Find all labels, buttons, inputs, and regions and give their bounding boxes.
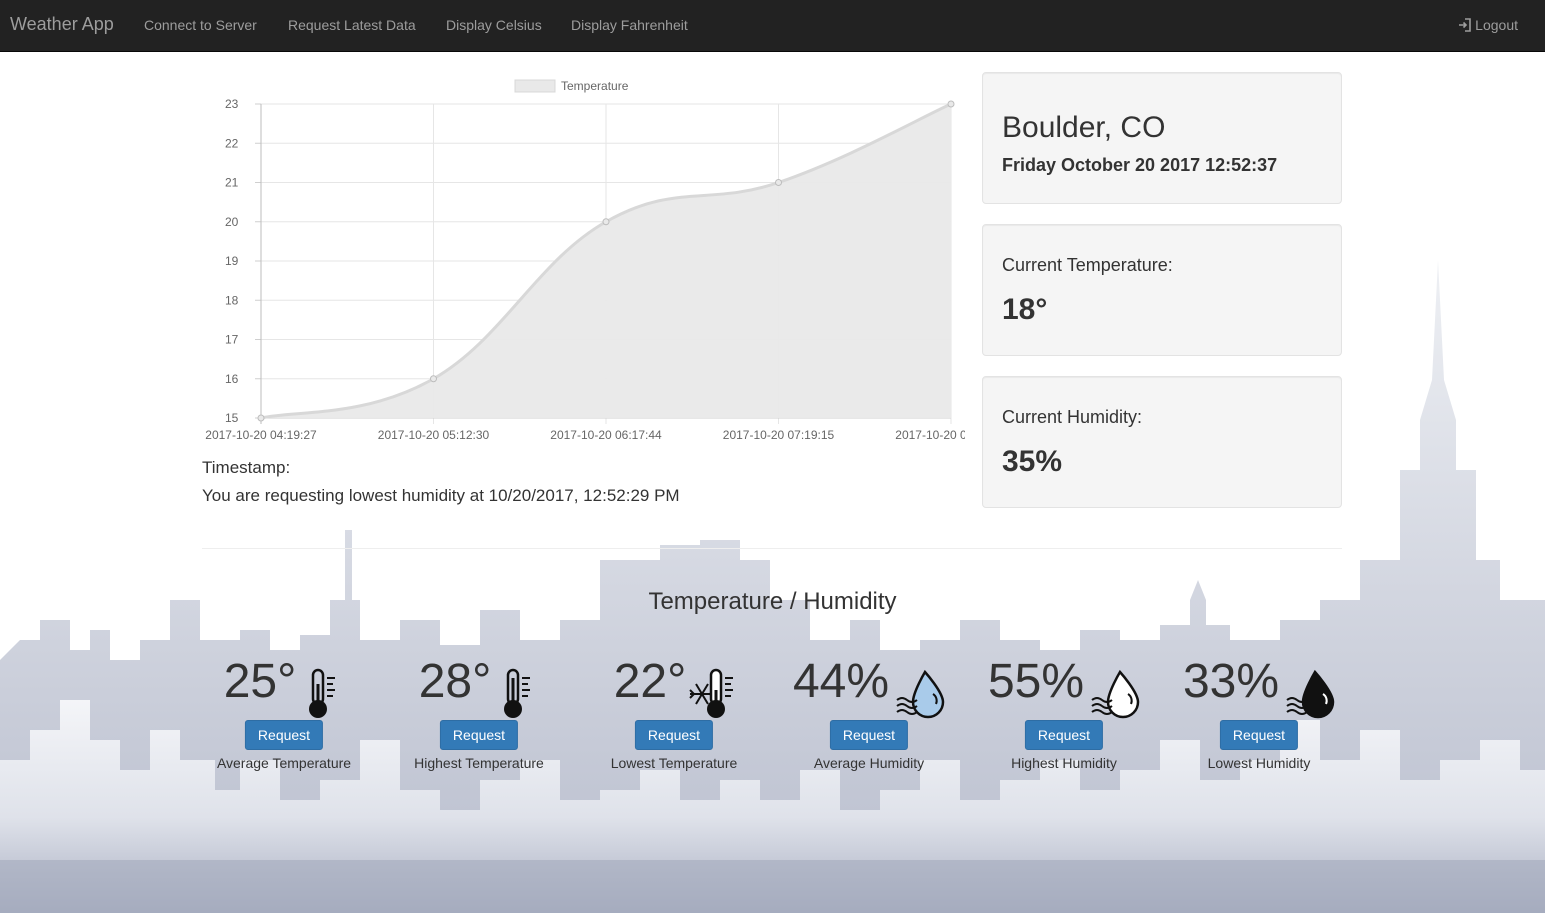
temperature-chart: Temperature 15 16 17 18 19 20 21 22 23 2017-10-20 … (205, 79, 965, 442)
logout-label: Logout (1475, 17, 1518, 33)
data-point (947, 100, 955, 108)
legend-swatch (514, 79, 556, 93)
current-humidity-panel: Current Humidity: 35% (982, 376, 1342, 508)
y-tick-label: 21 (225, 176, 239, 190)
timestamp-title: Timestamp: (202, 458, 291, 477)
x-tick-label: 2017-10-20 04:19:27 (205, 428, 317, 442)
stat-value: 28° (418, 655, 492, 708)
navbar: Weather App Connect to Server Request La… (0, 0, 1545, 52)
x-tick-label: 2017-10-20 05:12:30 (378, 428, 490, 442)
nav-connect-to-server[interactable]: Connect to Server (144, 17, 257, 33)
stat-lowest-temperature: 22° Request Lowest Temperature (594, 654, 754, 774)
x-tick-label: 2017-10-20 08:16:58 (895, 428, 965, 442)
y-tick-label: 23 (225, 97, 239, 111)
brand-link[interactable]: Weather App (10, 14, 114, 35)
legend-label: Temperature (561, 79, 629, 93)
stat-label: Average Temperature (216, 755, 352, 771)
stat-label: Highest Humidity (1011, 755, 1117, 771)
stat-average-temperature: 25° Request Average Temperature (204, 654, 364, 774)
thermometer-icon (309, 668, 335, 718)
stat-value: 33% (1182, 655, 1280, 708)
water-drop-outline-icon (1091, 669, 1140, 719)
y-tick-label: 20 (225, 215, 239, 229)
logout-link[interactable]: Logout (1458, 17, 1518, 33)
y-tick-label: 15 (225, 411, 239, 425)
snowflake-thermometer-icon (689, 668, 733, 718)
location-panel: Boulder, CO Friday October 20 2017 12:52… (982, 72, 1342, 204)
current-humidity-label: Current Humidity: (1002, 407, 1143, 427)
y-tick-label: 16 (225, 372, 239, 386)
main-content: Temperature 15 16 17 18 19 20 21 22 23 2017-10-20 … (0, 52, 1545, 913)
y-tick-label: 19 (225, 254, 239, 268)
request-lowest-temperature-button[interactable]: Request (634, 720, 714, 750)
stat-highest-humidity: 55% Request Highest Humidity (984, 654, 1144, 774)
stat-label: Average Humidity (813, 755, 925, 771)
request-average-temperature-button[interactable]: Request (244, 720, 324, 750)
city-name: Boulder, CO (1002, 111, 1166, 144)
x-tick-label: 2017-10-20 07:19:15 (723, 428, 835, 442)
data-point (602, 218, 610, 226)
data-point (775, 179, 782, 186)
data-point (257, 414, 265, 422)
request-average-humidity-button[interactable]: Request (829, 720, 909, 750)
nav-display-fahrenheit[interactable]: Display Fahrenheit (571, 17, 688, 33)
section-divider (202, 548, 1342, 549)
y-tick-label: 18 (225, 293, 239, 307)
timestamp-text: You are requesting lowest humidity at 10… (202, 486, 680, 505)
current-temperature-panel: Current Temperature: 18° (982, 224, 1342, 356)
y-tick-label: 22 (225, 136, 239, 150)
stat-value: 25° (223, 655, 297, 708)
stat-label: Lowest Temperature (610, 755, 738, 771)
current-temperature-label: Current Temperature: (1002, 255, 1173, 275)
water-drop-black-icon (1286, 669, 1335, 719)
nav-request-latest-data[interactable]: Request Latest Data (288, 17, 416, 33)
stat-lowest-humidity: 33% Request Lowest Humidity (1179, 654, 1339, 774)
thermometer-icon (504, 668, 530, 718)
stat-value: 44% (792, 655, 890, 708)
y-tick-label: 17 (225, 333, 239, 347)
stat-label: Lowest Humidity (1207, 755, 1311, 771)
current-datetime: Friday October 20 2017 12:52:37 (1002, 155, 1278, 175)
data-point (430, 375, 437, 383)
request-lowest-humidity-button[interactable]: Request (1219, 720, 1299, 750)
stat-label: Highest Temperature (414, 755, 544, 771)
nav-display-celsius[interactable]: Display Celsius (446, 17, 542, 33)
current-temperature-value: 18° (1002, 293, 1048, 326)
request-highest-temperature-button[interactable]: Request (439, 720, 519, 750)
section-title: Temperature / Humidity (648, 588, 897, 615)
stat-average-humidity: 44% Request Average Humidity (789, 654, 949, 774)
x-tick-label: 2017-10-20 06:17:44 (550, 428, 662, 442)
current-humidity-value: 35% (1002, 445, 1063, 478)
request-highest-humidity-button[interactable]: Request (1024, 720, 1104, 750)
water-drop-blue-icon (896, 669, 945, 719)
stat-highest-temperature: 28° Request Highest Temperature (399, 654, 559, 774)
log-in-icon (1459, 18, 1471, 32)
stat-value: 55% (987, 655, 1085, 708)
